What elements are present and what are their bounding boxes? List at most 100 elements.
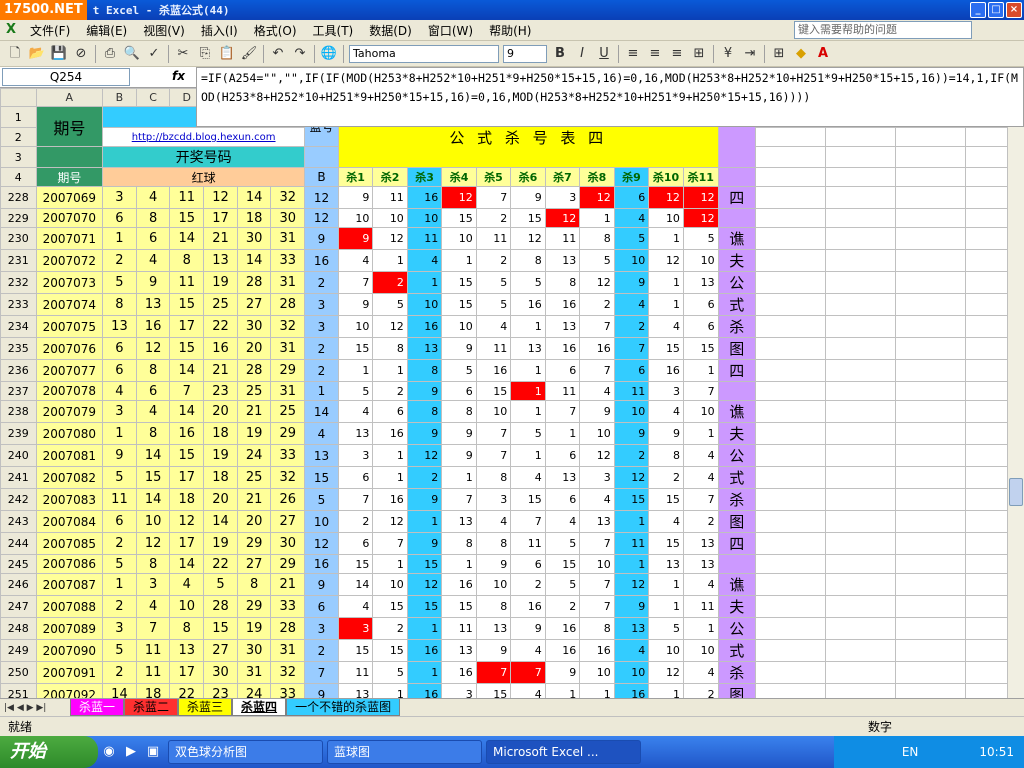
red-ball-cell[interactable]: 8 bbox=[236, 573, 272, 596]
red-ball-cell[interactable]: 1 bbox=[102, 573, 137, 596]
red-ball-cell[interactable]: 8 bbox=[135, 208, 171, 228]
kill-cell[interactable]: 8 bbox=[406, 400, 443, 423]
kill-cell[interactable]: 8 bbox=[475, 532, 512, 555]
blue-ball-cell[interactable]: 3 bbox=[304, 315, 339, 338]
red-ball-cell[interactable]: 21 bbox=[270, 573, 306, 596]
tab-nav-arrows[interactable]: |◀ ◀ ▶ ▶| bbox=[0, 703, 70, 713]
period-cell[interactable]: 2007076 bbox=[35, 337, 104, 360]
empty-cell[interactable] bbox=[824, 315, 896, 338]
empty-cell[interactable] bbox=[824, 595, 896, 618]
red-ball-cell[interactable]: 23 bbox=[203, 381, 238, 401]
hyperlink-icon[interactable]: 🌐 bbox=[319, 44, 339, 64]
sheet-tab[interactable]: 杀蓝二 bbox=[124, 699, 179, 716]
kill-cell[interactable]: 15 bbox=[441, 208, 477, 228]
empty-cell[interactable] bbox=[754, 167, 826, 187]
kill-cell[interactable]: 13 bbox=[544, 466, 581, 489]
red-ball-cell[interactable]: 7 bbox=[135, 617, 171, 640]
kill-cell[interactable]: 4 bbox=[613, 639, 650, 662]
kill-cell[interactable]: 1 bbox=[544, 683, 581, 698]
red-ball-cell[interactable]: 24 bbox=[236, 444, 272, 467]
kill-cell[interactable]: 7 bbox=[475, 661, 512, 684]
row-header[interactable]: 236 bbox=[0, 359, 37, 382]
kill-cell[interactable]: 12 bbox=[544, 208, 581, 228]
period-cell[interactable]: 2007079 bbox=[35, 400, 104, 423]
kill-cell[interactable]: 11 bbox=[544, 227, 581, 250]
kill-cell[interactable]: 15 bbox=[648, 337, 684, 360]
empty-cell[interactable] bbox=[824, 208, 896, 228]
taskbar-item[interactable]: 蓝球图 bbox=[327, 740, 482, 764]
kill-cell[interactable]: 11 bbox=[510, 532, 546, 555]
kill-cell[interactable]: 9 bbox=[337, 186, 374, 209]
kill-cell[interactable]: 13 bbox=[337, 683, 374, 698]
empty-cell[interactable] bbox=[824, 227, 896, 250]
row-header[interactable]: 231 bbox=[0, 249, 37, 272]
kill-cell[interactable]: 15 bbox=[475, 381, 512, 401]
red-ball-cell[interactable]: 18 bbox=[203, 466, 238, 489]
kill-cell[interactable]: 4 bbox=[648, 510, 684, 533]
kill-cell[interactable]: 2 bbox=[613, 315, 650, 338]
red-ball-cell[interactable]: 30 bbox=[236, 639, 272, 662]
kill-cell[interactable]: 12 bbox=[579, 186, 615, 209]
kill-cell[interactable]: 11 bbox=[613, 532, 650, 555]
kill-cell[interactable]: 6 bbox=[682, 293, 719, 316]
quicklaunch-ie-icon[interactable]: ◉ bbox=[99, 742, 119, 762]
format-painter-icon[interactable]: 🖌 bbox=[239, 44, 259, 64]
kill-cell[interactable]: 12 bbox=[372, 227, 408, 250]
row-header[interactable]: 239 bbox=[0, 422, 37, 445]
red-ball-cell[interactable]: 15 bbox=[169, 337, 205, 360]
save-icon[interactable]: 💾 bbox=[49, 44, 69, 64]
kill-cell[interactable]: 4 bbox=[579, 488, 615, 511]
kill-cell[interactable]: 12 bbox=[613, 573, 650, 596]
red-ball-cell[interactable]: 5 bbox=[102, 271, 137, 294]
red-ball-cell[interactable]: 17 bbox=[169, 532, 205, 555]
kill-cell[interactable]: 9 bbox=[510, 186, 546, 209]
kill-cell[interactable]: 6 bbox=[544, 444, 581, 467]
worksheet-grid[interactable]: ABCDEFGHIJKLMNOPQRSTUVW1期号谯蓝号公 式 杀 号 表 四… bbox=[0, 88, 1024, 698]
red-ball-cell[interactable]: 1 bbox=[102, 227, 137, 250]
red-ball-cell[interactable]: 14 bbox=[236, 186, 272, 209]
kill-cell[interactable]: 8 bbox=[510, 249, 546, 272]
sheet-tab[interactable]: 杀蓝一 bbox=[70, 699, 125, 716]
empty-cell[interactable] bbox=[894, 683, 966, 698]
red-ball-cell[interactable]: 32 bbox=[270, 186, 306, 209]
kill-cell[interactable]: 4 bbox=[682, 661, 719, 684]
bold-icon[interactable]: B bbox=[550, 44, 570, 64]
red-ball-cell[interactable]: 13 bbox=[102, 315, 137, 338]
red-ball-cell[interactable]: 17 bbox=[169, 661, 205, 684]
empty-cell[interactable] bbox=[894, 146, 966, 168]
kill-cell[interactable]: 1 bbox=[613, 554, 650, 574]
red-ball-cell[interactable]: 19 bbox=[236, 617, 272, 640]
blue-ball-cell[interactable]: 10 bbox=[304, 510, 339, 533]
kill-cell[interactable]: 5 bbox=[441, 359, 477, 382]
red-ball-cell[interactable]: 18 bbox=[236, 208, 272, 228]
new-icon[interactable]: 🗋 bbox=[5, 44, 25, 64]
red-ball-cell[interactable]: 29 bbox=[270, 422, 306, 445]
empty-cell[interactable] bbox=[824, 617, 896, 640]
red-ball-cell[interactable]: 30 bbox=[270, 532, 306, 555]
blue-ball-cell[interactable]: 16 bbox=[304, 249, 339, 272]
red-ball-cell[interactable]: 29 bbox=[236, 532, 272, 555]
row-header[interactable]: 238 bbox=[0, 400, 37, 423]
period-cell[interactable]: 2007080 bbox=[35, 422, 104, 445]
kill-cell[interactable]: 1 bbox=[510, 381, 546, 401]
kill-cell[interactable]: 7 bbox=[613, 337, 650, 360]
period-cell[interactable]: 2007084 bbox=[35, 510, 104, 533]
red-ball-cell[interactable]: 30 bbox=[270, 208, 306, 228]
red-ball-cell[interactable]: 3 bbox=[102, 617, 137, 640]
red-ball-cell[interactable]: 12 bbox=[135, 337, 171, 360]
kill-cell[interactable]: 1 bbox=[510, 444, 546, 467]
name-box[interactable]: Q254 bbox=[2, 68, 130, 86]
red-ball-cell[interactable]: 8 bbox=[169, 249, 205, 272]
empty-cell[interactable] bbox=[894, 208, 966, 228]
kill-cell[interactable]: 1 bbox=[337, 359, 374, 382]
red-ball-cell[interactable]: 27 bbox=[203, 639, 238, 662]
empty-cell[interactable] bbox=[894, 227, 966, 250]
red-ball-cell[interactable]: 19 bbox=[236, 422, 272, 445]
align-center-icon[interactable]: ≡ bbox=[645, 44, 665, 64]
red-ball-cell[interactable]: 25 bbox=[203, 293, 238, 316]
blue-ball-cell[interactable]: 7 bbox=[304, 661, 339, 684]
kill-cell[interactable]: 10 bbox=[441, 227, 477, 250]
kill-cell[interactable]: 10 bbox=[406, 208, 443, 228]
red-ball-cell[interactable]: 4 bbox=[135, 400, 171, 423]
menu-item[interactable]: 视图(V) bbox=[135, 22, 193, 39]
